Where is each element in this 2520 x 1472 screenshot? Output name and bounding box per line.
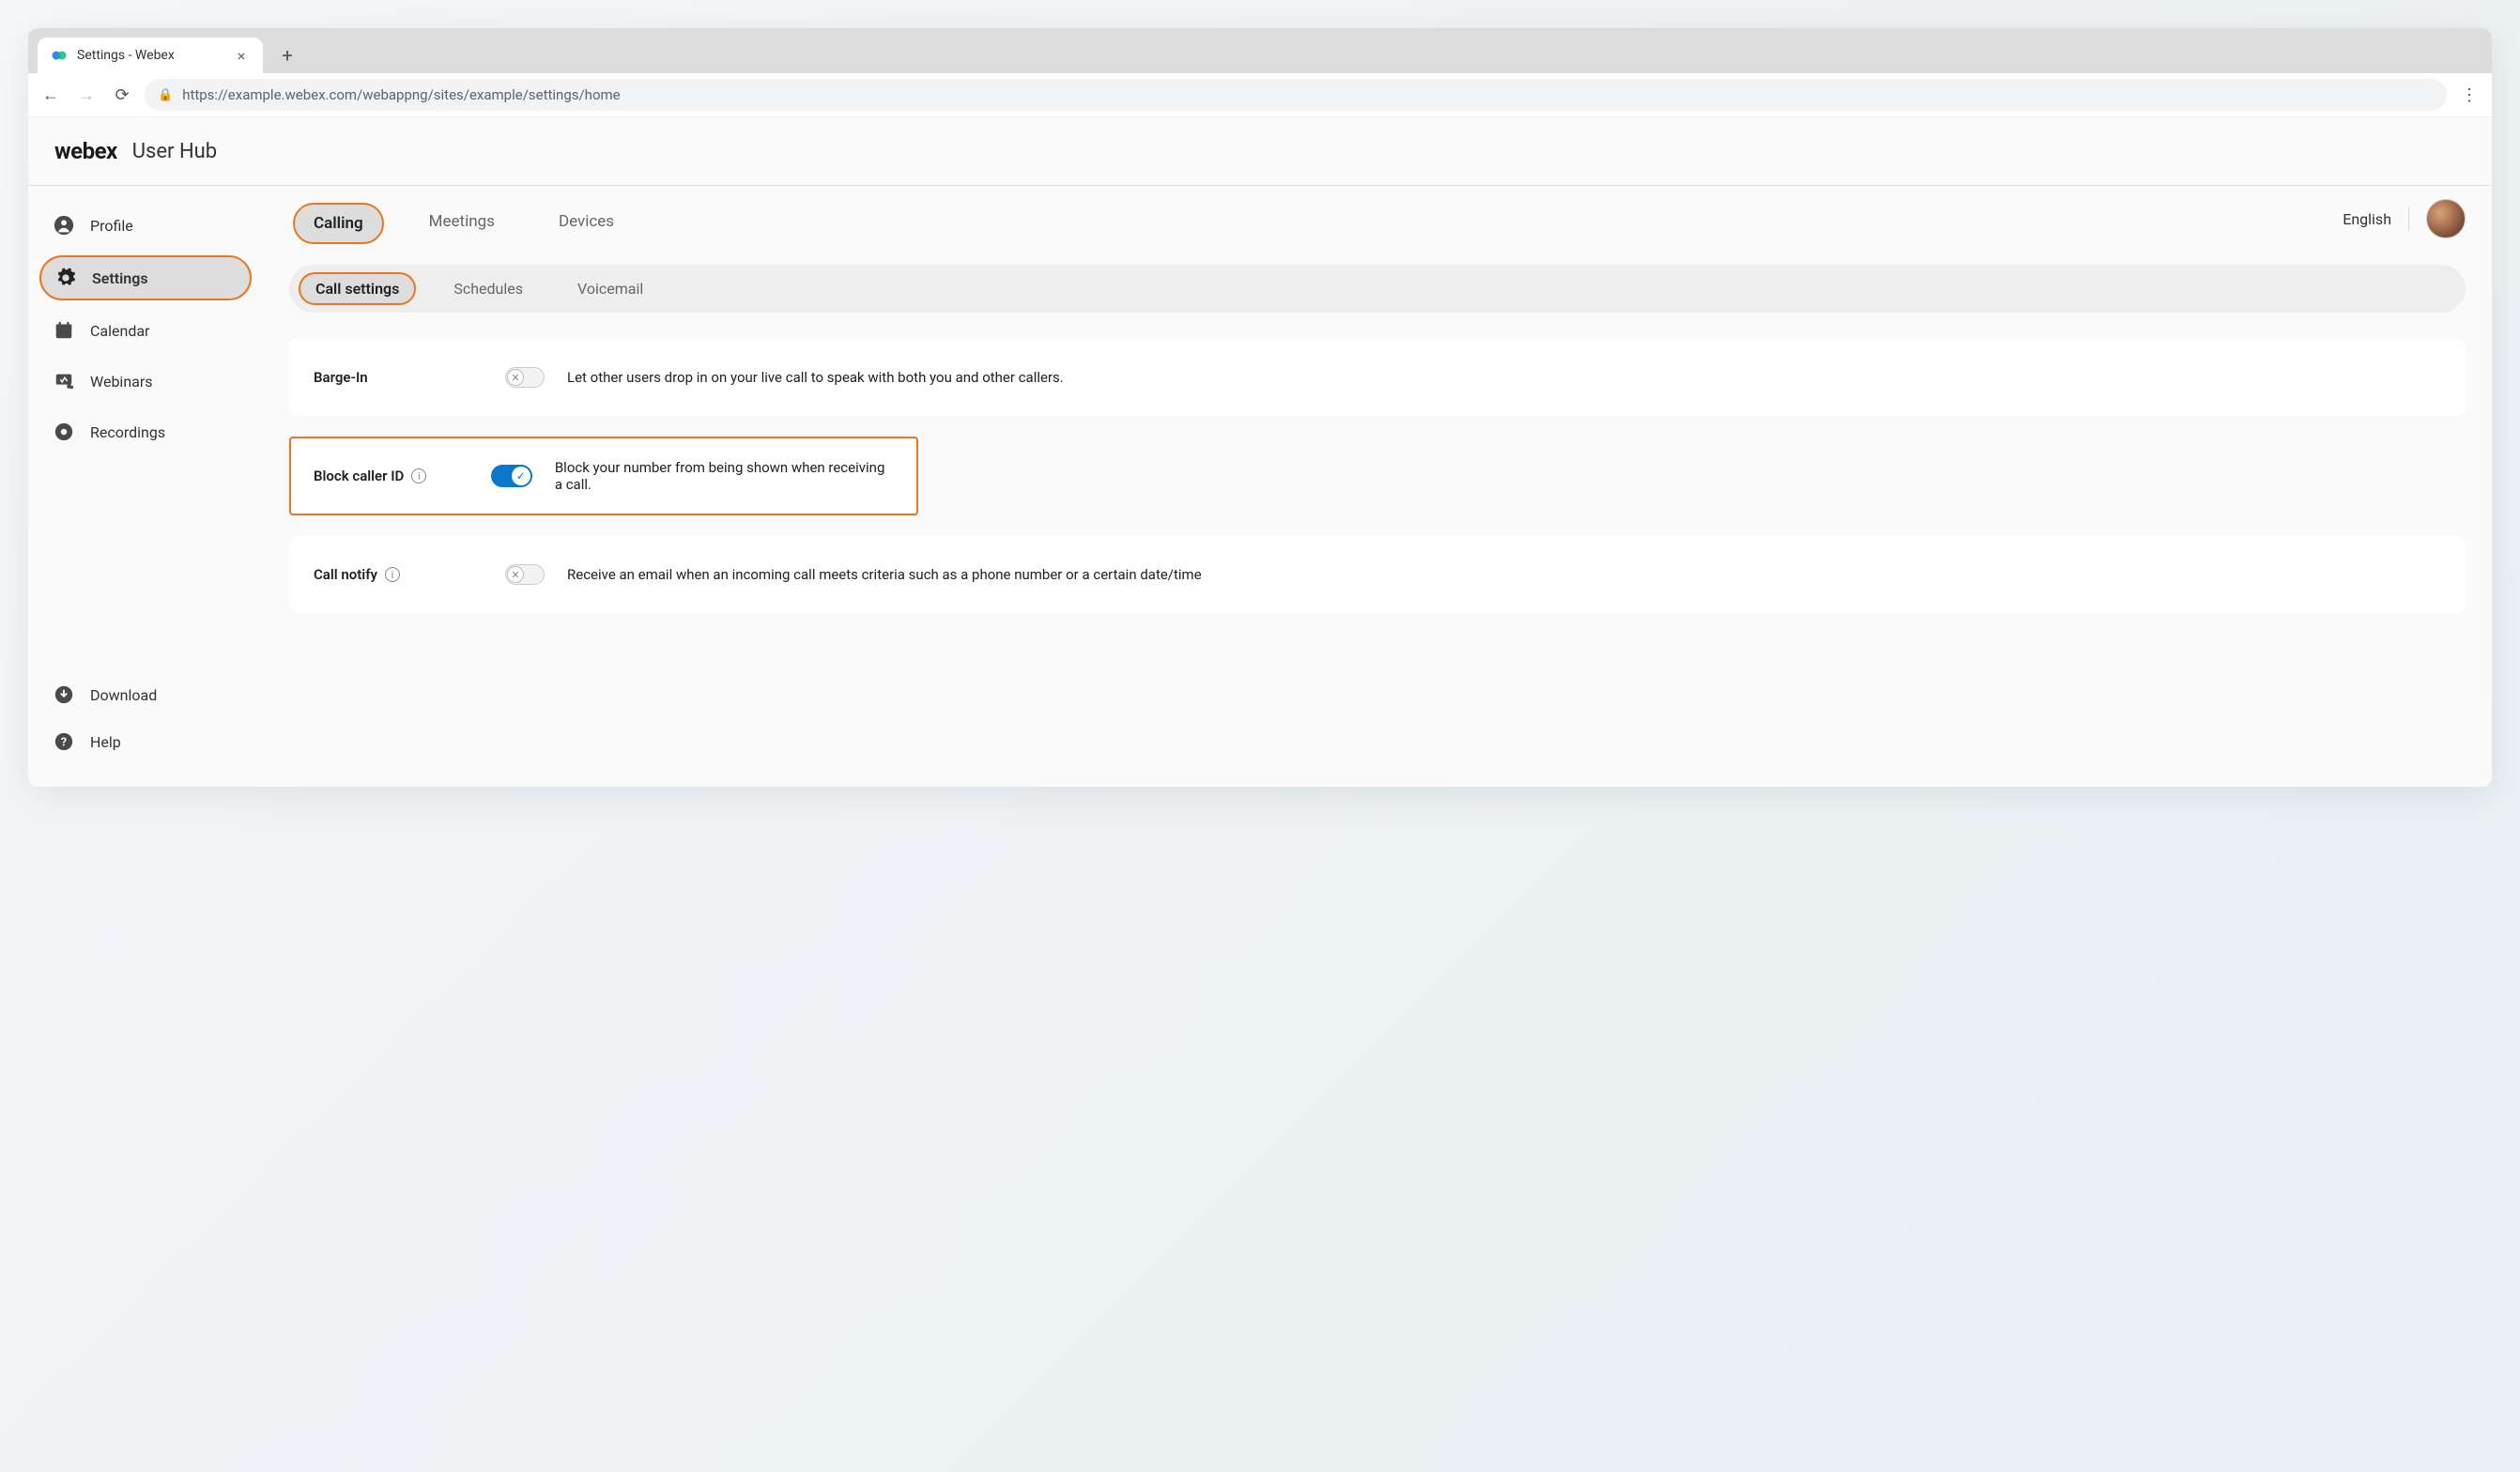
- barge-in-toggle[interactable]: ✕: [505, 367, 545, 388]
- sub-tabs: Call settings Schedules Voicemail: [289, 265, 2466, 313]
- sidebar-item-calendar[interactable]: Calendar: [39, 310, 252, 351]
- close-tab-icon[interactable]: ×: [233, 47, 250, 64]
- toggle-knob-on-icon: ✓: [512, 467, 530, 485]
- sidebar-item-label: Help: [90, 733, 121, 751]
- setting-label-text: Call notify: [314, 566, 377, 583]
- top-meta: English: [2343, 199, 2466, 238]
- avatar[interactable]: [2426, 199, 2466, 238]
- browser-tab-strip: Settings - Webex × +: [28, 28, 2492, 73]
- lock-icon: 🔒: [158, 88, 173, 102]
- info-icon[interactable]: i: [411, 468, 426, 483]
- setting-description: Let other users drop in on your live cal…: [567, 369, 1064, 386]
- setting-description: Receive an email when an incoming call m…: [567, 566, 1202, 583]
- webex-favicon-icon: [51, 47, 68, 64]
- sidebar-item-help[interactable]: ? Help: [39, 721, 252, 762]
- sidebar-item-download[interactable]: Download: [39, 674, 252, 715]
- sidebar-item-webinars[interactable]: Webinars: [39, 360, 252, 402]
- product-name: User Hub: [132, 140, 217, 163]
- info-icon[interactable]: i: [385, 567, 400, 582]
- sidebar-item-label: Webinars: [90, 373, 153, 391]
- browser-tab[interactable]: Settings - Webex ×: [38, 38, 263, 73]
- block-caller-id-toggle[interactable]: ✓: [491, 465, 532, 487]
- call-notify-toggle[interactable]: ✕: [505, 564, 545, 585]
- tab-calling[interactable]: Calling: [293, 203, 384, 244]
- url-text: https://example.webex.com/webappng/sites…: [182, 86, 620, 103]
- subtab-voicemail[interactable]: Voicemail: [561, 272, 660, 305]
- subtab-schedules[interactable]: Schedules: [437, 272, 540, 305]
- help-icon: ?: [53, 730, 75, 753]
- sidebar-item-label: Recordings: [90, 423, 165, 441]
- primary-tabs: Calling Meetings Devices: [289, 203, 2466, 244]
- presentation-icon: [53, 370, 75, 392]
- new-tab-button[interactable]: +: [272, 40, 302, 70]
- sidebar-item-recordings[interactable]: Recordings: [39, 411, 252, 452]
- setting-label: Call notify i: [314, 566, 483, 583]
- sidebar-item-profile[interactable]: Profile: [39, 205, 252, 246]
- webex-logo: webex: [54, 138, 117, 164]
- download-icon: [53, 683, 75, 706]
- toggle-knob-off-icon: ✕: [507, 369, 524, 386]
- browser-menu-icon[interactable]: ⋮: [2456, 82, 2482, 108]
- app-header: webex User Hub: [28, 117, 2492, 186]
- sidebar-item-label: Download: [90, 686, 157, 704]
- sidebar-item-settings[interactable]: Settings: [39, 255, 252, 300]
- calendar-icon: [53, 319, 75, 342]
- setting-label: Block caller ID i: [314, 468, 469, 484]
- browser-tab-title: Settings - Webex: [77, 48, 223, 63]
- record-icon: [53, 421, 75, 443]
- sidebar-item-label: Calendar: [90, 322, 149, 340]
- subtab-call-settings[interactable]: Call settings: [299, 272, 416, 305]
- sidebar: Profile Settings Calendar: [28, 186, 263, 787]
- setting-block-caller-id: Block caller ID i ✓ Block your number fr…: [289, 437, 918, 515]
- back-button[interactable]: ←: [38, 82, 64, 108]
- setting-call-notify: Call notify i ✕ Receive an email when an…: [289, 536, 2466, 613]
- setting-label: Barge-In: [314, 369, 483, 386]
- setting-label-text: Block caller ID: [314, 468, 404, 484]
- reload-button[interactable]: ⟳: [109, 82, 135, 108]
- gear-icon: [54, 267, 77, 289]
- browser-toolbar: ← → ⟳ 🔒 https://example.webex.com/webapp…: [28, 73, 2492, 117]
- divider: [2408, 207, 2409, 231]
- toggle-knob-off-icon: ✕: [507, 566, 524, 583]
- setting-label-text: Barge-In: [314, 369, 368, 386]
- sidebar-item-label: Settings: [92, 269, 148, 287]
- sidebar-item-label: Profile: [90, 217, 133, 235]
- app-layout: Profile Settings Calendar: [28, 186, 2492, 787]
- forward-button[interactable]: →: [73, 82, 100, 108]
- svg-text:?: ?: [61, 736, 67, 750]
- tab-devices[interactable]: Devices: [540, 203, 633, 244]
- language-selector[interactable]: English: [2343, 210, 2391, 228]
- address-bar[interactable]: 🔒 https://example.webex.com/webappng/sit…: [145, 79, 2447, 111]
- tab-meetings[interactable]: Meetings: [410, 203, 514, 244]
- person-icon: [53, 214, 75, 237]
- content-area: English Calling Meetings Devices Call se…: [263, 186, 2492, 787]
- setting-description: Block your number from being shown when …: [555, 459, 894, 493]
- browser-window: Settings - Webex × + ← → ⟳ 🔒 https://exa…: [28, 28, 2492, 787]
- setting-barge-in: Barge-In ✕ Let other users drop in on yo…: [289, 339, 2466, 416]
